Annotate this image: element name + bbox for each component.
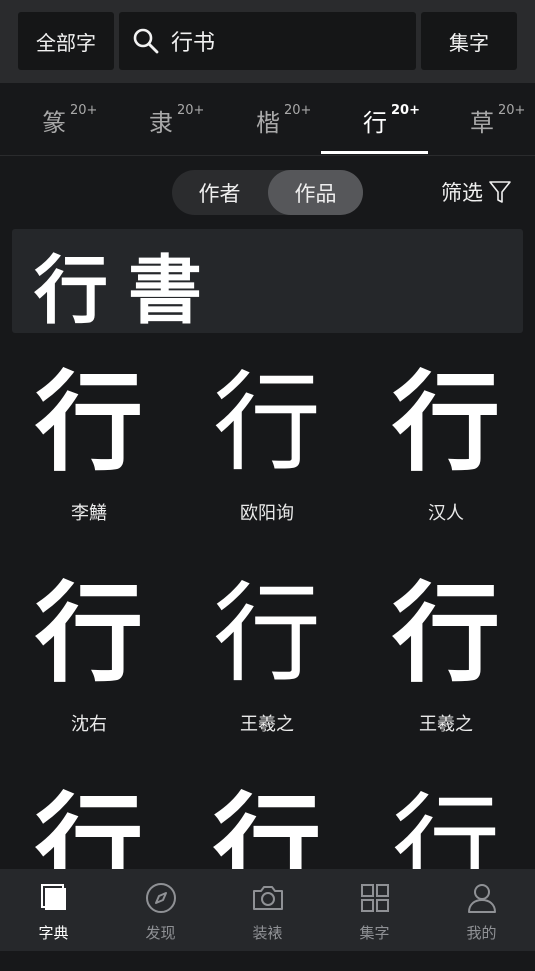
calligraphy-glyph: 行 [391, 360, 500, 486]
camera-icon [251, 881, 285, 915]
nav-collect[interactable]: 集字 [321, 869, 428, 951]
author-work-toggle: 作者 作品 [172, 170, 363, 215]
calligraphy-glyph: 行 [212, 361, 321, 486]
banner-calligraphy: 行書 [34, 248, 222, 334]
grid-icon [358, 881, 392, 915]
tab-label: 楷 [256, 109, 280, 137]
nav-label: 发现 [145, 924, 176, 942]
bottom-navigation: 字典 发现 装裱 集字 我的 [0, 869, 535, 951]
author-name: 李鱔 [71, 503, 107, 524]
tab-label: 篆 [42, 109, 66, 137]
search-input[interactable]: 行书 [119, 12, 416, 70]
tab-count: 20+ [70, 103, 98, 118]
calligraphy-card[interactable]: 行 王羲之 [357, 550, 535, 760]
tab-seal[interactable]: 篆 20+ [0, 83, 107, 155]
author-name: 汉人 [428, 503, 464, 524]
segment-work[interactable]: 作品 [268, 170, 363, 215]
search-value: 行书 [171, 31, 216, 56]
calligraphy-glyph: 行 [34, 571, 143, 697]
nav-mount[interactable]: 装裱 [214, 869, 321, 951]
script-style-banner[interactable]: 行書 [12, 229, 523, 334]
dictionary-icon [37, 881, 71, 915]
calligraphy-card[interactable]: 行 沈右 [0, 550, 178, 760]
calligraphy-card[interactable]: 行 欧阳询 [178, 339, 356, 549]
tab-count: 20+ [177, 103, 205, 118]
tab-label: 草 [470, 109, 494, 137]
nav-label: 我的 [466, 924, 497, 942]
tab-regular[interactable]: 楷 20+ [214, 83, 321, 155]
filter-label: 筛选 [441, 181, 483, 205]
tab-count: 20+ [284, 103, 312, 118]
author-name: 王羲之 [240, 714, 294, 735]
calligraphy-card[interactable]: 行 王羲之 [178, 550, 356, 760]
calligraphy-glyph: 行 [391, 571, 500, 697]
tab-cursive[interactable]: 草 20+ [428, 83, 535, 155]
segment-author[interactable]: 作者 [172, 170, 267, 215]
all-characters-button[interactable]: 全部字 [18, 12, 114, 70]
calligraphy-glyph: 行 [34, 360, 143, 486]
script-style-tabs: 篆 20+ 隶 20+ 楷 20+ 行 20+ 草 20+ [0, 83, 535, 156]
top-search-bar: 全部字 行书 集字 [0, 0, 535, 83]
nav-dictionary[interactable]: 字典 [0, 869, 107, 951]
user-icon [465, 881, 499, 915]
tab-count: 20+ [498, 103, 526, 118]
filter-button[interactable]: 筛选 [441, 172, 511, 212]
calligraphy-glyph: 行 [212, 572, 321, 697]
collect-characters-button[interactable]: 集字 [421, 12, 517, 70]
author-name: 王羲之 [419, 714, 473, 735]
nav-discover[interactable]: 发现 [107, 869, 214, 951]
search-icon [131, 26, 161, 56]
author-name: 欧阳询 [240, 503, 294, 524]
compass-icon [144, 881, 178, 915]
active-tab-indicator [321, 151, 428, 154]
tab-running[interactable]: 行 20+ [321, 83, 428, 155]
nav-profile[interactable]: 我的 [428, 869, 535, 951]
tab-clerical[interactable]: 隶 20+ [107, 83, 214, 155]
tab-label: 行 [363, 109, 387, 137]
tab-label: 隶 [149, 109, 173, 137]
author-name: 沈右 [71, 714, 107, 735]
tab-count: 20+ [391, 103, 420, 118]
calligraphy-card[interactable]: 行 汉人 [357, 339, 535, 549]
filter-icon [489, 180, 511, 204]
nav-label: 集字 [359, 924, 390, 942]
nav-label: 装裱 [252, 924, 283, 942]
calligraphy-card[interactable]: 行 李鱔 [0, 339, 178, 549]
nav-label: 字典 [38, 924, 69, 942]
